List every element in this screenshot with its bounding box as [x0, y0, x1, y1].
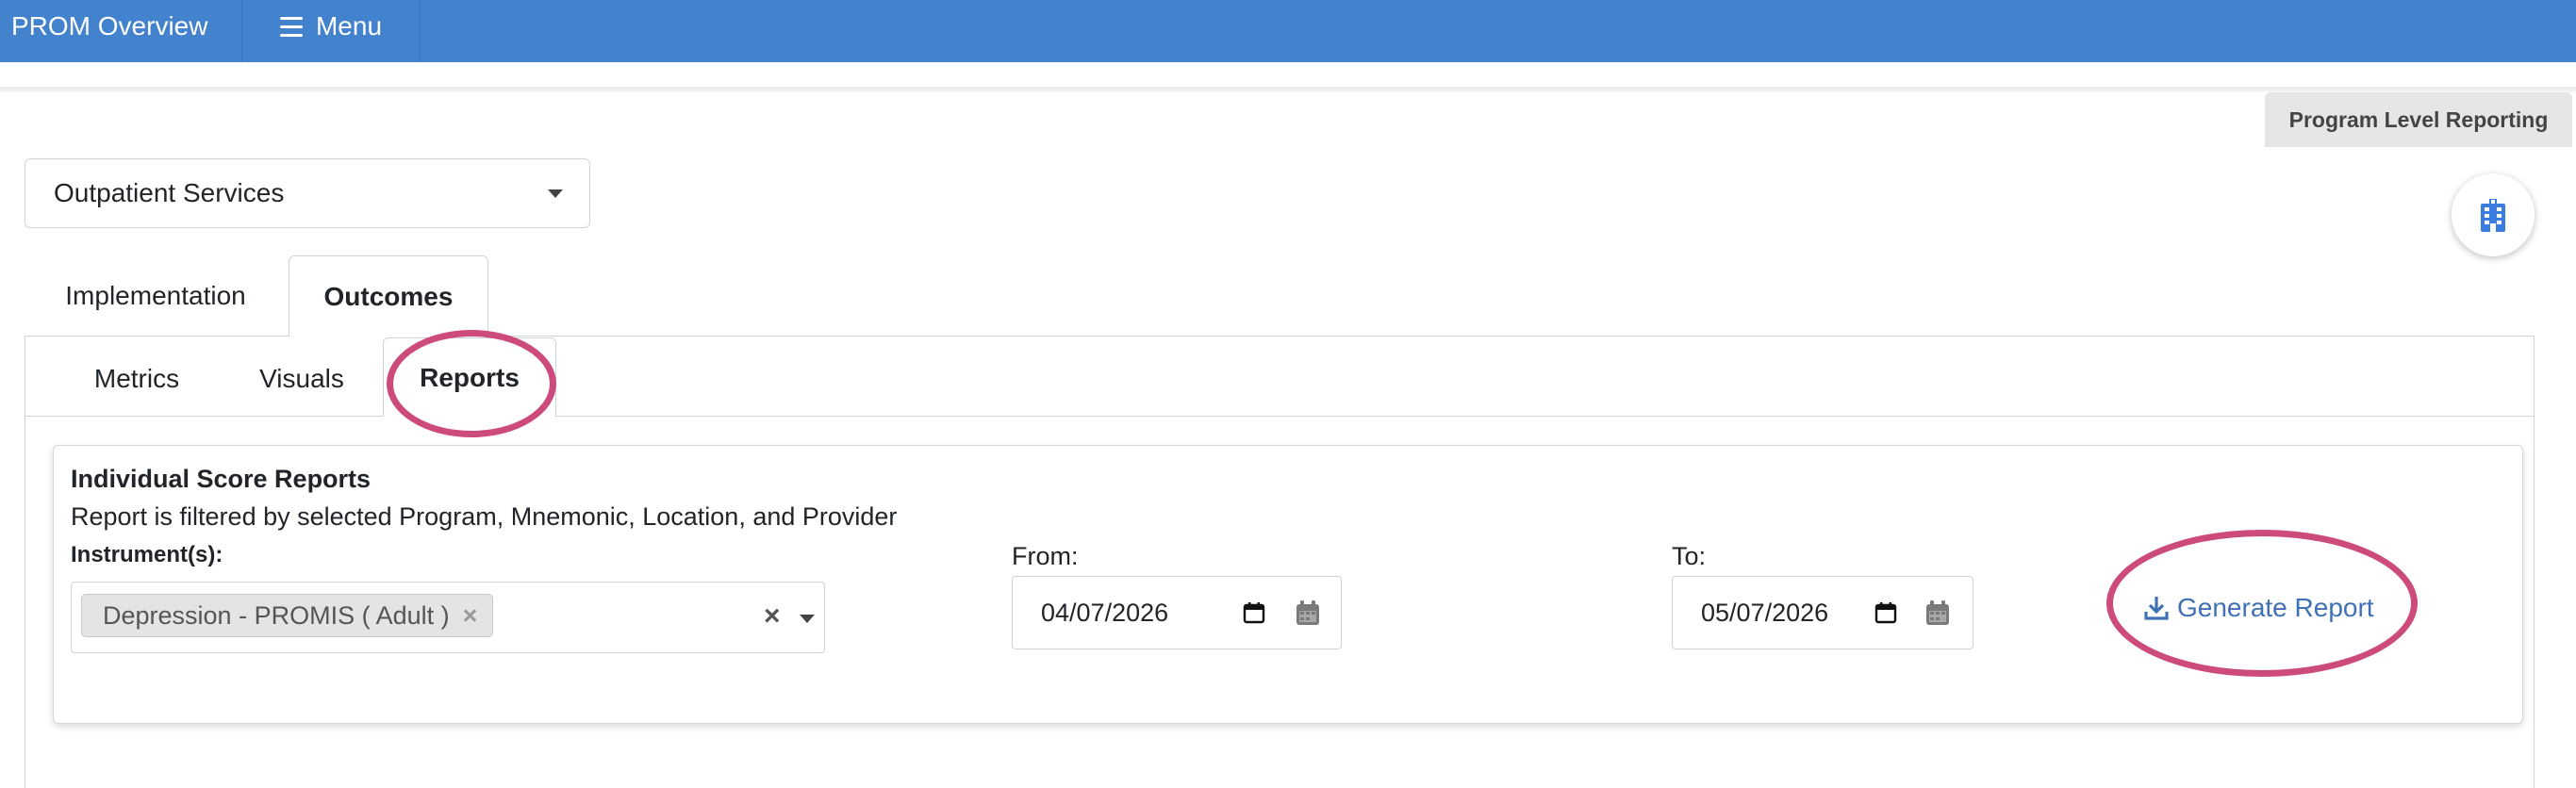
download-icon	[2144, 597, 2169, 620]
from-date-value: 04/07/2026	[1041, 599, 1169, 627]
building-icon	[2481, 199, 2505, 232]
instrument-label: Instrument(s):	[71, 542, 223, 567]
to-date-value: 05/07/2026	[1701, 599, 1829, 627]
app-title[interactable]: PROM Overview	[11, 0, 207, 53]
card-subtitle: Report is filtered by selected Program, …	[71, 502, 898, 531]
header-divider	[0, 87, 2576, 90]
hamburger-icon	[279, 17, 303, 42]
subtab-reports[interactable]: Reports	[383, 337, 556, 417]
tab-implementation[interactable]: Implementation	[38, 256, 273, 336]
program-select[interactable]: Outpatient Services	[25, 158, 590, 228]
instrument-multiselect[interactable]: Depression - PROMIS ( Adult ) × ×	[71, 582, 825, 653]
calendar-icon	[1926, 600, 1949, 625]
top-navbar: PROM Overview Menu	[0, 0, 2576, 62]
calendar-icon	[1296, 600, 1319, 625]
calendar-picker-icon[interactable]	[1243, 601, 1265, 624]
to-date-input[interactable]: 05/07/2026	[1672, 576, 1973, 649]
chip-remove-icon[interactable]: ×	[463, 595, 478, 636]
tab-outcomes[interactable]: Outcomes	[289, 255, 488, 337]
from-date-input[interactable]: 04/07/2026	[1012, 576, 1342, 649]
generate-report-button[interactable]: Generate Report	[2143, 580, 2374, 636]
generate-report-label: Generate Report	[2177, 593, 2374, 622]
subtab-visuals[interactable]: Visuals	[226, 341, 377, 417]
program-level-reporting-tab[interactable]: Program Level Reporting	[2265, 92, 2572, 147]
caret-down-icon[interactable]	[800, 615, 815, 623]
individual-score-reports-card: Individual Score Reports Report is filte…	[53, 445, 2523, 724]
program-select-value: Outpatient Services	[54, 178, 285, 207]
menu-label: Menu	[315, 11, 383, 41]
to-label: To:	[1672, 542, 1707, 570]
calendar-picker-icon[interactable]	[1874, 601, 1897, 624]
instrument-chip: Depression - PROMIS ( Adult ) ×	[81, 594, 494, 637]
card-title: Individual Score Reports	[71, 465, 372, 493]
clear-selection-icon[interactable]: ×	[764, 599, 781, 633]
from-label: From:	[1012, 542, 1079, 570]
subtab-metrics[interactable]: Metrics	[57, 341, 217, 417]
caret-down-icon	[548, 189, 563, 198]
menu-button[interactable]: Menu	[241, 0, 421, 62]
instrument-chip-label: Depression - PROMIS ( Adult )	[103, 601, 450, 630]
program-level-button[interactable]	[2452, 173, 2535, 256]
